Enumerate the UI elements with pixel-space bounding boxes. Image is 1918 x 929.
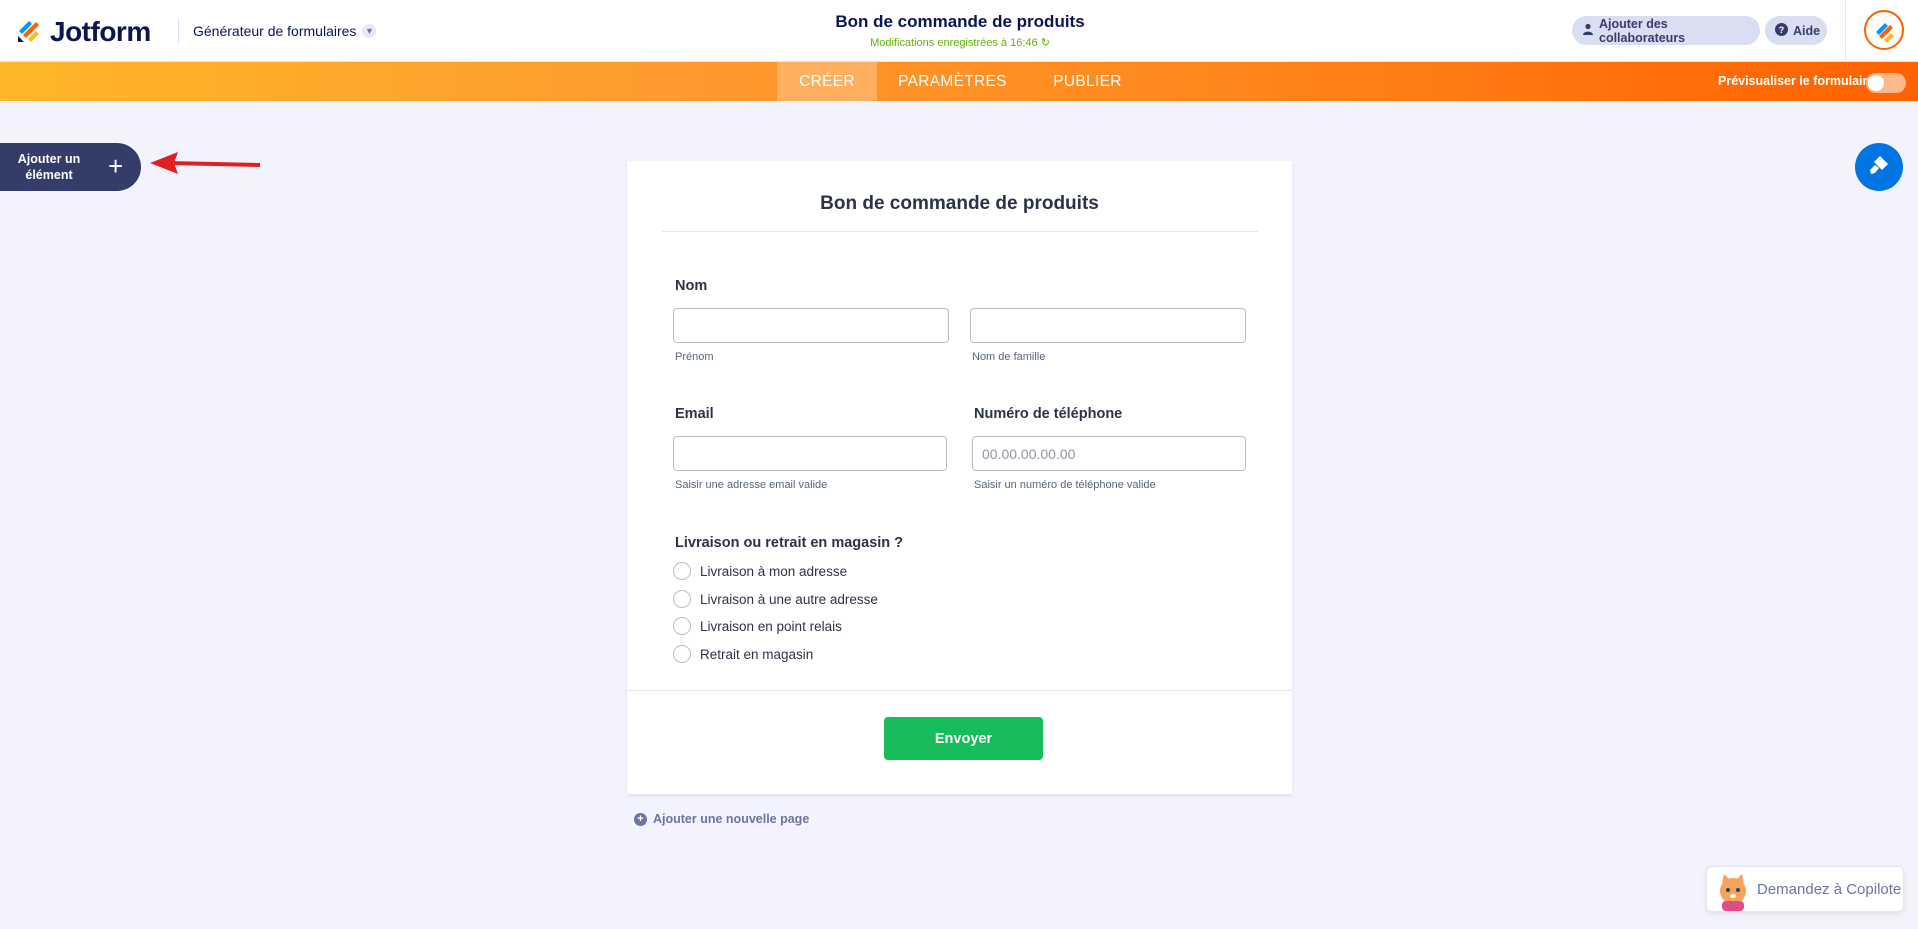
email-sublabel: Saisir une adresse email valide xyxy=(675,479,828,491)
paint-roller-icon xyxy=(1867,153,1891,182)
svg-text:?: ? xyxy=(1779,25,1785,35)
add-collaborators-button[interactable]: Ajouter des collaborateurs xyxy=(1572,16,1760,45)
heading-divider xyxy=(662,231,1258,232)
radio-circle[interactable] xyxy=(673,590,691,608)
first-name-sublabel: Prénom xyxy=(675,351,714,363)
email-field[interactable] xyxy=(673,436,947,471)
preview-label: Prévisualiser le formulaire xyxy=(1718,74,1875,88)
builder-nav: CRÉER PARAMÈTRES PUBLIER Prévisualiser l… xyxy=(0,62,1918,101)
copilot-button[interactable]: Demandez à Copilote xyxy=(1706,866,1904,912)
form-designer-button[interactable] xyxy=(1855,143,1903,191)
copilot-label: Demandez à Copilote xyxy=(1757,881,1902,898)
radio-option[interactable]: Livraison en point relais xyxy=(673,617,842,635)
last-name-field[interactable] xyxy=(970,308,1246,343)
collab-label: Ajouter des collaborateurs xyxy=(1599,16,1686,45)
toggle-knob xyxy=(1868,75,1884,91)
user-icon xyxy=(1582,23,1594,38)
name-label: Nom xyxy=(675,278,708,294)
radio-option[interactable]: Livraison à une autre adresse xyxy=(673,590,878,608)
help-button[interactable]: ? Aide xyxy=(1765,16,1827,45)
submit-divider xyxy=(627,690,1292,691)
avatar[interactable] xyxy=(1864,10,1904,50)
save-status: Modifications enregistrées à 16:46 ↻ xyxy=(870,37,1050,49)
form-heading[interactable]: Bon de commande de produits xyxy=(627,193,1292,215)
add-page-button[interactable]: + Ajouter une nouvelle page xyxy=(634,812,809,826)
radio-option[interactable]: Livraison à mon adresse xyxy=(673,562,847,580)
jotform-logo-icon xyxy=(16,14,42,49)
phone-sublabel: Saisir un numéro de téléphone valide xyxy=(974,479,1156,491)
copilot-avatar-icon xyxy=(1713,871,1755,918)
radio-option[interactable]: Retrait en magasin xyxy=(673,645,813,663)
form-title-area: Bon de commande de produits Modification… xyxy=(760,12,1160,49)
preview-toggle[interactable] xyxy=(1866,73,1906,93)
plus-circle-icon: + xyxy=(634,812,647,826)
annotation-arrow xyxy=(150,152,261,174)
page-title[interactable]: Bon de commande de produits xyxy=(760,12,1160,32)
tab-create[interactable]: CRÉER xyxy=(777,62,877,101)
builder-label: Générateur de formulaires xyxy=(193,23,357,39)
help-icon: ? xyxy=(1775,22,1788,39)
plus-icon: + xyxy=(108,151,124,181)
submit-button[interactable]: Envoyer xyxy=(884,717,1043,760)
radio-label: Livraison à mon adresse xyxy=(700,563,848,579)
radio-label: Retrait en magasin xyxy=(700,646,814,662)
top-header: Jotform Générateur de formulaires ▼ Bon … xyxy=(0,0,1918,62)
delivery-label: Livraison ou retrait en magasin ? xyxy=(675,535,904,551)
builder-selector[interactable]: Générateur de formulaires ▼ xyxy=(178,19,377,43)
help-label: Aide xyxy=(1793,23,1821,38)
radio-label: Livraison à une autre adresse xyxy=(700,591,878,607)
radio-circle[interactable] xyxy=(673,645,691,663)
radio-label: Livraison en point relais xyxy=(700,618,842,634)
email-label: Email xyxy=(675,406,714,422)
tab-settings[interactable]: PARAMÈTRES xyxy=(890,62,1015,101)
last-name-sublabel: Nom de famille xyxy=(972,351,1046,363)
add-page-label: Ajouter une nouvelle page xyxy=(653,812,810,826)
radio-circle[interactable] xyxy=(673,562,691,580)
logo-text: Jotform xyxy=(50,15,151,47)
chevron-down-icon: ▼ xyxy=(362,24,377,38)
phone-label: Numéro de téléphone xyxy=(974,406,1123,422)
first-name-field[interactable] xyxy=(673,308,949,343)
add-element-label: Ajouter un élément xyxy=(17,152,81,182)
refresh-icon: ↻ xyxy=(1040,37,1050,49)
phone-field[interactable]: 00.00.00.00.00 xyxy=(972,436,1246,471)
tab-publish[interactable]: PUBLIER xyxy=(1040,62,1135,101)
form-card: Bon de commande de produits Nom Prénom N… xyxy=(627,161,1292,794)
jotform-logo[interactable]: Jotform xyxy=(16,14,151,49)
add-element-button[interactable]: Ajouter un élément + xyxy=(0,143,141,191)
radio-circle[interactable] xyxy=(673,617,691,635)
header-divider xyxy=(1845,0,1846,62)
